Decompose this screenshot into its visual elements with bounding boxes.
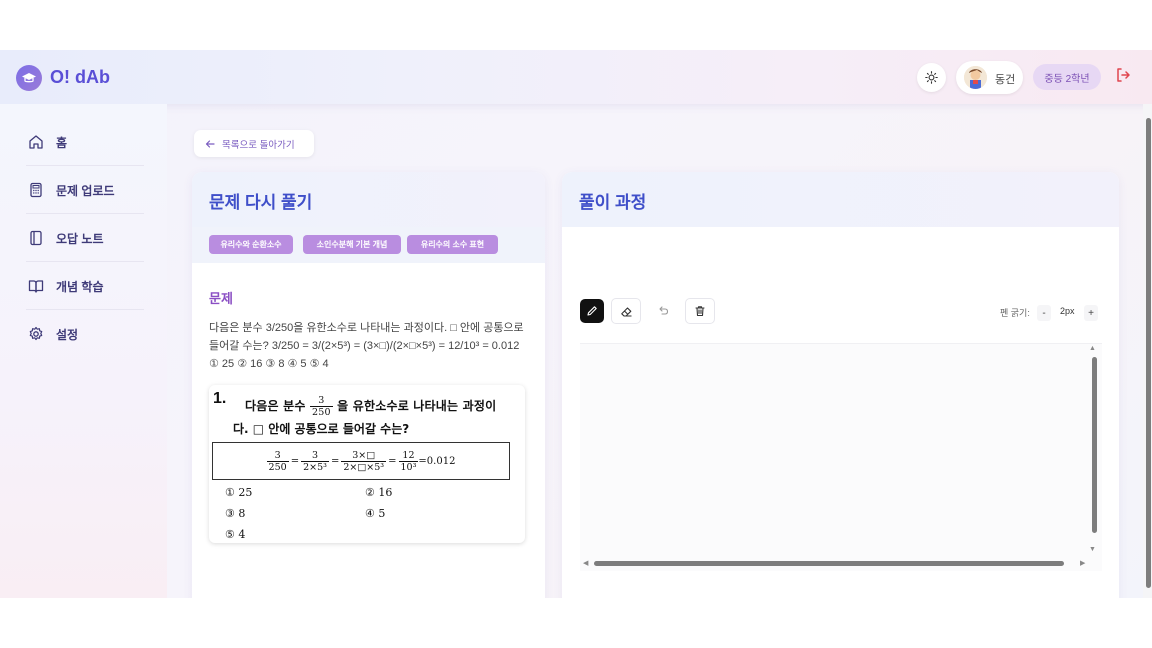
sidebar-item-label: 설정	[56, 327, 79, 342]
divider	[26, 261, 144, 262]
problem-text: 다음은 분수 3/250을 유한소수로 나타내는 과정이다. □ 안에 공통으로…	[209, 322, 524, 370]
trash-icon	[695, 306, 705, 317]
fraction: 12 10³	[398, 450, 419, 473]
concept-tags: 유리수와 순환소수 소인수분해 기본 개념 유리수의 소수 표현	[192, 227, 545, 263]
calculator-icon	[30, 182, 42, 198]
fraction-denominator: 2×5³	[303, 461, 327, 473]
fraction-numerator: 3	[301, 450, 329, 462]
pen-width-decrease-button[interactable]: -	[1037, 305, 1051, 321]
concept-tag[interactable]: 유리수와 순환소수	[209, 235, 293, 254]
choice-item: ③ 8	[225, 507, 246, 520]
pen-tool-button[interactable]	[580, 299, 604, 323]
arrow-left-icon	[205, 139, 215, 148]
home-icon	[29, 135, 43, 149]
sidebar-item-label: 문제 업로드	[56, 183, 115, 198]
scroll-down-arrow[interactable]: ▼	[1089, 546, 1096, 553]
solution-title: 풀이 과정	[579, 193, 647, 212]
sun-icon	[925, 71, 938, 84]
back-button-label: 목록으로 돌아가기	[222, 139, 295, 151]
concept-tag[interactable]: 소인수분해 기본 개념	[303, 235, 401, 254]
notebook-icon	[30, 230, 42, 246]
choice-item: ① 25	[225, 486, 253, 499]
card-header: 문제 다시 풀기	[192, 172, 545, 227]
sidebar-item-settings[interactable]: 설정	[14, 315, 154, 353]
equation-result: =0.012	[418, 455, 456, 467]
user-name: 동건	[995, 74, 1016, 86]
scroll-left-arrow[interactable]: ◀	[583, 559, 588, 567]
drawing-canvas[interactable]	[580, 343, 1102, 571]
choice-item: ⑤ 4	[225, 528, 246, 541]
sidebar-item-label: 오답 노트	[56, 231, 104, 246]
fraction: 3×□ 2×□×5³	[341, 450, 387, 473]
fraction: 3 250	[309, 395, 333, 418]
choice-item: ④ 5	[365, 507, 386, 520]
problem-image-text: 을 유한소수로 나타내는 과정이	[337, 399, 497, 413]
book-open-icon	[28, 280, 44, 293]
eraser-icon	[620, 306, 631, 317]
divider	[26, 213, 144, 214]
solution-card: 풀이 과정 펜 굵기: - 2px + ▲ ▼ ◀ ▶ 답:	[562, 172, 1119, 598]
page-scrollbar[interactable]	[1146, 118, 1151, 588]
eraser-tool-button[interactable]	[611, 298, 641, 324]
app-viewport: O! dAb 동건 중등 2학년 홈 문제 업로드 오답 노트 개념 학습 설정…	[0, 50, 1152, 598]
fraction: 3 2×5³	[301, 450, 329, 473]
fraction-numerator: 3	[266, 450, 289, 462]
undo-button[interactable]	[648, 298, 678, 324]
sidebar-item-home[interactable]: 홈	[14, 123, 154, 161]
logout-icon[interactable]	[1114, 66, 1134, 86]
clear-canvas-button[interactable]	[685, 298, 715, 324]
sidebar-item-label: 개념 학습	[56, 279, 104, 294]
concept-tag[interactable]: 유리수의 소수 표현	[407, 235, 498, 254]
sidebar-item-label: 홈	[56, 135, 68, 150]
fraction-numerator: 12	[398, 450, 419, 462]
problem-card: 문제 다시 풀기 유리수와 순환소수 소인수분해 기본 개념 유리수의 소수 표…	[192, 172, 545, 598]
fraction-denominator: 2×□×5³	[343, 461, 385, 473]
fraction: 3 250	[266, 450, 289, 473]
avatar	[964, 66, 987, 89]
fraction-denominator: 250	[268, 461, 287, 473]
problem-section-title: 문제	[209, 291, 233, 306]
fraction-denominator: 10³	[400, 461, 417, 473]
pen-icon	[587, 306, 597, 316]
gear-icon	[29, 326, 43, 341]
undo-icon	[659, 306, 669, 315]
card-header: 풀이 과정	[562, 172, 1119, 227]
divider	[26, 309, 144, 310]
grade-badge: 중등 2학년	[1033, 64, 1101, 90]
problem-image-line1: 다음은 분수 3 250 을 유한소수로 나타내는 과정이	[245, 395, 496, 418]
fraction-numerator: 3	[309, 395, 333, 407]
canvas-vertical-scrollbar[interactable]	[1092, 357, 1097, 533]
theme-toggle-button[interactable]	[917, 63, 946, 92]
back-to-list-button[interactable]: 목록으로 돌아가기	[194, 130, 314, 157]
page-title: 문제 다시 풀기	[209, 193, 313, 212]
graduation-cap-icon[interactable]	[16, 65, 42, 91]
canvas-horizontal-scrollbar[interactable]	[594, 561, 1064, 566]
fraction-denominator: 250	[311, 407, 331, 418]
problem-number: 1.	[213, 390, 227, 407]
pen-width-value: 2px	[1060, 306, 1075, 316]
sidebar-item-wrong-notes[interactable]: 오답 노트	[14, 219, 154, 257]
divider	[26, 165, 144, 166]
scroll-right-arrow[interactable]: ▶	[1080, 559, 1085, 567]
top-header: O! dAb 동건 중등 2학년	[0, 50, 1152, 104]
pen-width-label: 펜 굵기:	[1000, 308, 1030, 318]
sidebar-item-concepts[interactable]: 개념 학습	[14, 267, 154, 305]
app-logo-text[interactable]: O! dAb	[50, 67, 110, 88]
scroll-up-arrow[interactable]: ▲	[1089, 345, 1096, 352]
pen-width-increase-button[interactable]: +	[1084, 305, 1098, 321]
equation-box: 3 250 = 3 2×5³ = 3×□ 2×□×5³ = 12 10³ =0.012	[212, 442, 510, 480]
sidebar-item-upload[interactable]: 문제 업로드	[14, 171, 154, 209]
problem-image-line2: 다. □ 안에 공통으로 들어갈 수는?	[233, 422, 410, 436]
problem-image: 1. 다음은 분수 3 250 을 유한소수로 나타내는 과정이 다. □ 안에 …	[209, 385, 525, 543]
fraction-numerator: 3×□	[341, 450, 387, 462]
user-profile-chip[interactable]: 동건	[956, 61, 1023, 94]
choice-item: ② 16	[365, 486, 393, 499]
sidebar: 홈 문제 업로드 오답 노트 개념 학습 설정	[0, 104, 167, 598]
problem-image-text: 다음은 분수	[245, 399, 306, 413]
